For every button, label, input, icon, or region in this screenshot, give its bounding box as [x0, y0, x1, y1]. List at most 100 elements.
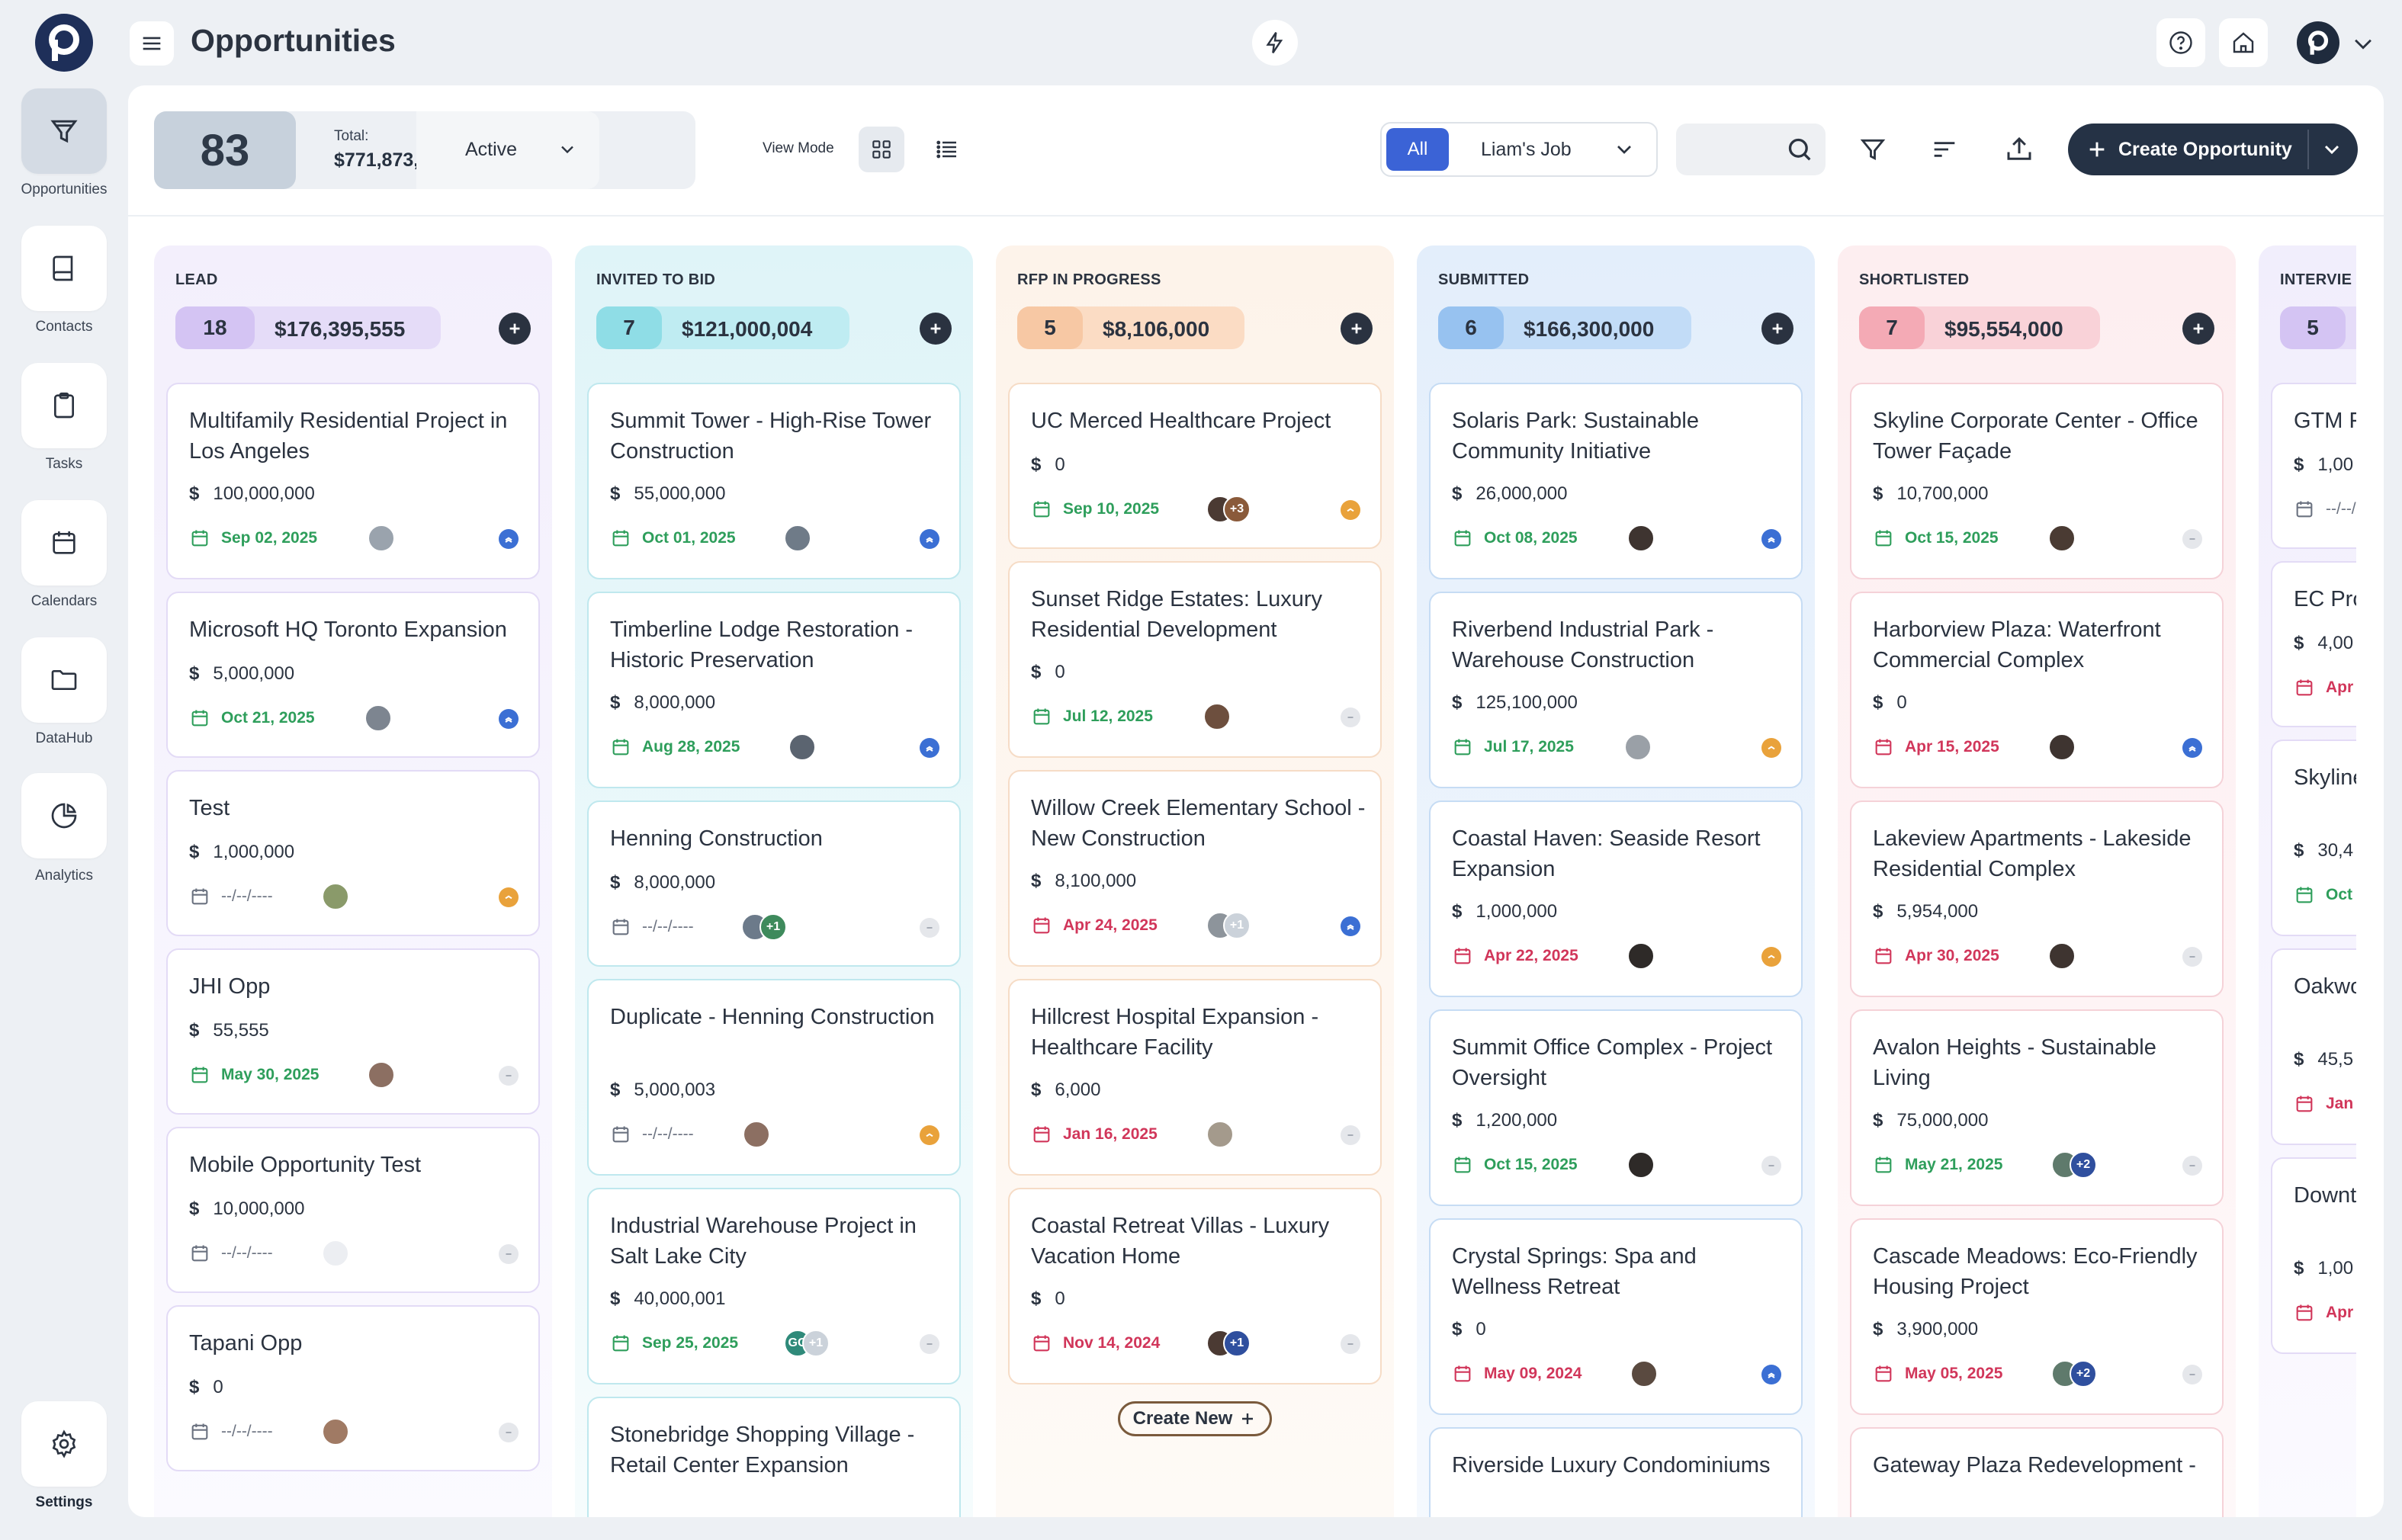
avatar — [1206, 1121, 1234, 1148]
sort-button[interactable] — [1919, 124, 1970, 175]
priority-icon — [1761, 738, 1781, 758]
quick-action-button[interactable] — [1252, 20, 1298, 66]
column-title: LEAD — [175, 271, 218, 288]
opportunity-card[interactable]: Crystal Springs: Spa and Wellness Retrea… — [1429, 1218, 1803, 1415]
opportunity-card[interactable]: Tapani Opp $0 --/--/---- — [166, 1305, 540, 1471]
card-date: Apr 24, 2025 — [1031, 913, 1158, 938]
card-date: Oct 08, 2025 — [1452, 526, 1578, 550]
opportunity-card[interactable]: Coastal Retreat Villas - Luxury Vacation… — [1008, 1188, 1382, 1384]
calendar-icon — [2296, 679, 2313, 696]
column-shortlisted: SHORTLISTED 7 $95,554,000 Skyline Corpor… — [1838, 245, 2236, 1517]
nav-contacts-button[interactable] — [21, 226, 107, 311]
opportunity-card[interactable]: Sunset Ridge Estates: Luxury Residential… — [1008, 561, 1382, 758]
opportunity-card[interactable]: Skyline Office $30,4 Oct — [2271, 740, 2356, 936]
card-value: $1,200,000 — [1452, 1110, 1558, 1131]
opportunity-card[interactable]: Solaris Park: Sustainable Community Init… — [1429, 383, 1803, 579]
avatar — [2297, 21, 2339, 64]
help-button[interactable] — [2156, 18, 2205, 67]
card-title: Summit Office Complex - Project Oversigh… — [1452, 1035, 1773, 1090]
create-new-button[interactable]: Create New — [1118, 1401, 1272, 1436]
opportunity-card[interactable]: Harborview Plaza: Waterfront Commercial … — [1850, 592, 2224, 788]
opportunity-card[interactable]: Test $1,000,000 --/--/---- — [166, 770, 540, 936]
create-opportunity-button[interactable]: Create Opportunity — [2068, 124, 2358, 175]
add-card-button[interactable] — [1761, 313, 1793, 345]
nav-settings-button[interactable] — [21, 1401, 107, 1487]
opportunity-card[interactable]: Willow Creek Elementary School - New Con… — [1008, 770, 1382, 967]
opportunity-card[interactable]: Timberline Lodge Restoration - Historic … — [587, 592, 961, 788]
priority-icon — [2182, 1365, 2202, 1384]
opportunity-card[interactable]: UC Merced Healthcare Project $0 Sep 10, … — [1008, 383, 1382, 549]
more-assignees-badge: +1 — [1223, 1330, 1251, 1357]
hamburger-menu-button[interactable] — [130, 21, 174, 66]
opportunity-card[interactable]: Riverside Luxury Condominiums — [1429, 1427, 1803, 1517]
opportunity-card[interactable]: JHI Opp $55,555 May 30, 2025 — [166, 948, 540, 1115]
home-button[interactable] — [2219, 18, 2268, 67]
chevron-down-icon[interactable] — [2320, 137, 2344, 162]
card-title: EC Pro — [2294, 587, 2356, 611]
opportunity-card[interactable]: Duplicate - Henning Construction $5,000,… — [587, 979, 961, 1176]
nav-tasks-button[interactable] — [21, 363, 107, 448]
status-select[interactable]: Active — [416, 111, 599, 189]
add-card-button[interactable] — [1341, 313, 1373, 345]
opportunity-card[interactable]: Lakeview Apartments - Lakeside Residenti… — [1850, 800, 2224, 997]
opportunity-card[interactable]: Avalon Heights - Sustainable Living $75,… — [1850, 1009, 2224, 1206]
opportunity-card[interactable]: Summit Office Complex - Project Oversigh… — [1429, 1009, 1803, 1206]
filter-all-button[interactable]: All — [1386, 128, 1449, 171]
card-value: $3,900,000 — [1873, 1319, 1979, 1339]
card-value: $55,555 — [189, 1020, 269, 1041]
opportunity-card[interactable]: Cascade Meadows: Eco-Friendly Housing Pr… — [1850, 1218, 2224, 1415]
card-title: Riverside Luxury Condominiums — [1452, 1453, 1771, 1477]
calendar-icon — [1454, 530, 1471, 547]
book-icon — [49, 253, 79, 284]
opportunity-card[interactable]: Henning Construction $8,000,000 --/--/--… — [587, 800, 961, 967]
column-title: INVITED TO BID — [596, 271, 716, 288]
top-header: Opportunities — [128, 0, 2402, 85]
add-card-button[interactable] — [2182, 313, 2214, 345]
opportunity-card[interactable]: Oakwo Plannir $45,5 Jan — [2271, 948, 2356, 1145]
search-input[interactable] — [1676, 124, 1826, 175]
opportunity-card[interactable]: Multifamily Residential Project in Los A… — [166, 383, 540, 579]
job-select-value[interactable]: Liam's Job — [1481, 139, 1572, 161]
card-value: $0 — [189, 1377, 223, 1397]
user-menu-button[interactable] — [2292, 18, 2396, 67]
opportunity-card[interactable]: Riverbend Industrial Park - Warehouse Co… — [1429, 592, 1803, 788]
chevron-down-icon — [2350, 30, 2376, 56]
opportunity-card[interactable]: Mobile Opportunity Test $10,000,000 --/-… — [166, 1127, 540, 1293]
calendar-icon — [2296, 501, 2313, 518]
opportunity-card[interactable]: Microsoft HQ Toronto Expansion $5,000,00… — [166, 592, 540, 758]
opportunity-card[interactable]: Gateway Plaza Redevelopment - — [1850, 1427, 2224, 1517]
opportunity-card[interactable]: GTM F $1,00 --/--/ — [2271, 383, 2356, 549]
opportunity-card[interactable]: EC Pro $4,00 Apr — [2271, 561, 2356, 727]
app-logo[interactable] — [35, 14, 93, 72]
nav-opportunities-button[interactable] — [21, 88, 107, 174]
opportunity-card[interactable]: Hillcrest Hospital Expansion - Healthcar… — [1008, 979, 1382, 1176]
card-date: May 09, 2024 — [1452, 1362, 1582, 1386]
nav-analytics-button[interactable] — [21, 773, 107, 858]
opportunity-card[interactable]: Coastal Haven: Seaside Resort Expansion … — [1429, 800, 1803, 997]
page-title: Opportunities — [191, 23, 396, 58]
opportunity-card[interactable]: Skyline Corporate Center - Office Tower … — [1850, 383, 2224, 579]
board-view-button[interactable] — [859, 127, 904, 172]
opportunity-card[interactable]: Industrial Warehouse Project in Salt Lak… — [587, 1188, 961, 1384]
export-button[interactable] — [1993, 124, 2045, 175]
add-card-button[interactable] — [499, 313, 531, 345]
upload-icon — [2003, 133, 2035, 165]
priority-icon — [1341, 1334, 1360, 1354]
opportunity-card[interactable]: Summit Tower - High-Rise Tower Construct… — [587, 383, 961, 579]
nav-datahub-button[interactable] — [21, 637, 107, 723]
priority-icon — [1341, 1125, 1360, 1145]
list-view-button[interactable] — [924, 127, 970, 172]
priority-icon — [920, 1334, 939, 1354]
priority-icon — [1341, 707, 1360, 727]
summary-box: 83 Total: $771,873,614 Active — [154, 111, 695, 189]
add-card-button[interactable] — [920, 313, 952, 345]
calendar-icon — [191, 1423, 208, 1440]
filter-button[interactable] — [1847, 124, 1899, 175]
card-title: Duplicate - Henning Construction — [610, 1005, 935, 1029]
nav-calendars-button[interactable] — [21, 500, 107, 586]
chevron-down-icon[interactable] — [1612, 137, 1636, 162]
avatar — [2048, 525, 2076, 552]
opportunity-card[interactable]: Downt Redeve $1,00 Apr — [2271, 1157, 2356, 1354]
opportunity-card[interactable]: Stonebridge Shopping Village - Retail Ce… — [587, 1397, 961, 1517]
card-value: $10,700,000 — [1873, 483, 1989, 504]
